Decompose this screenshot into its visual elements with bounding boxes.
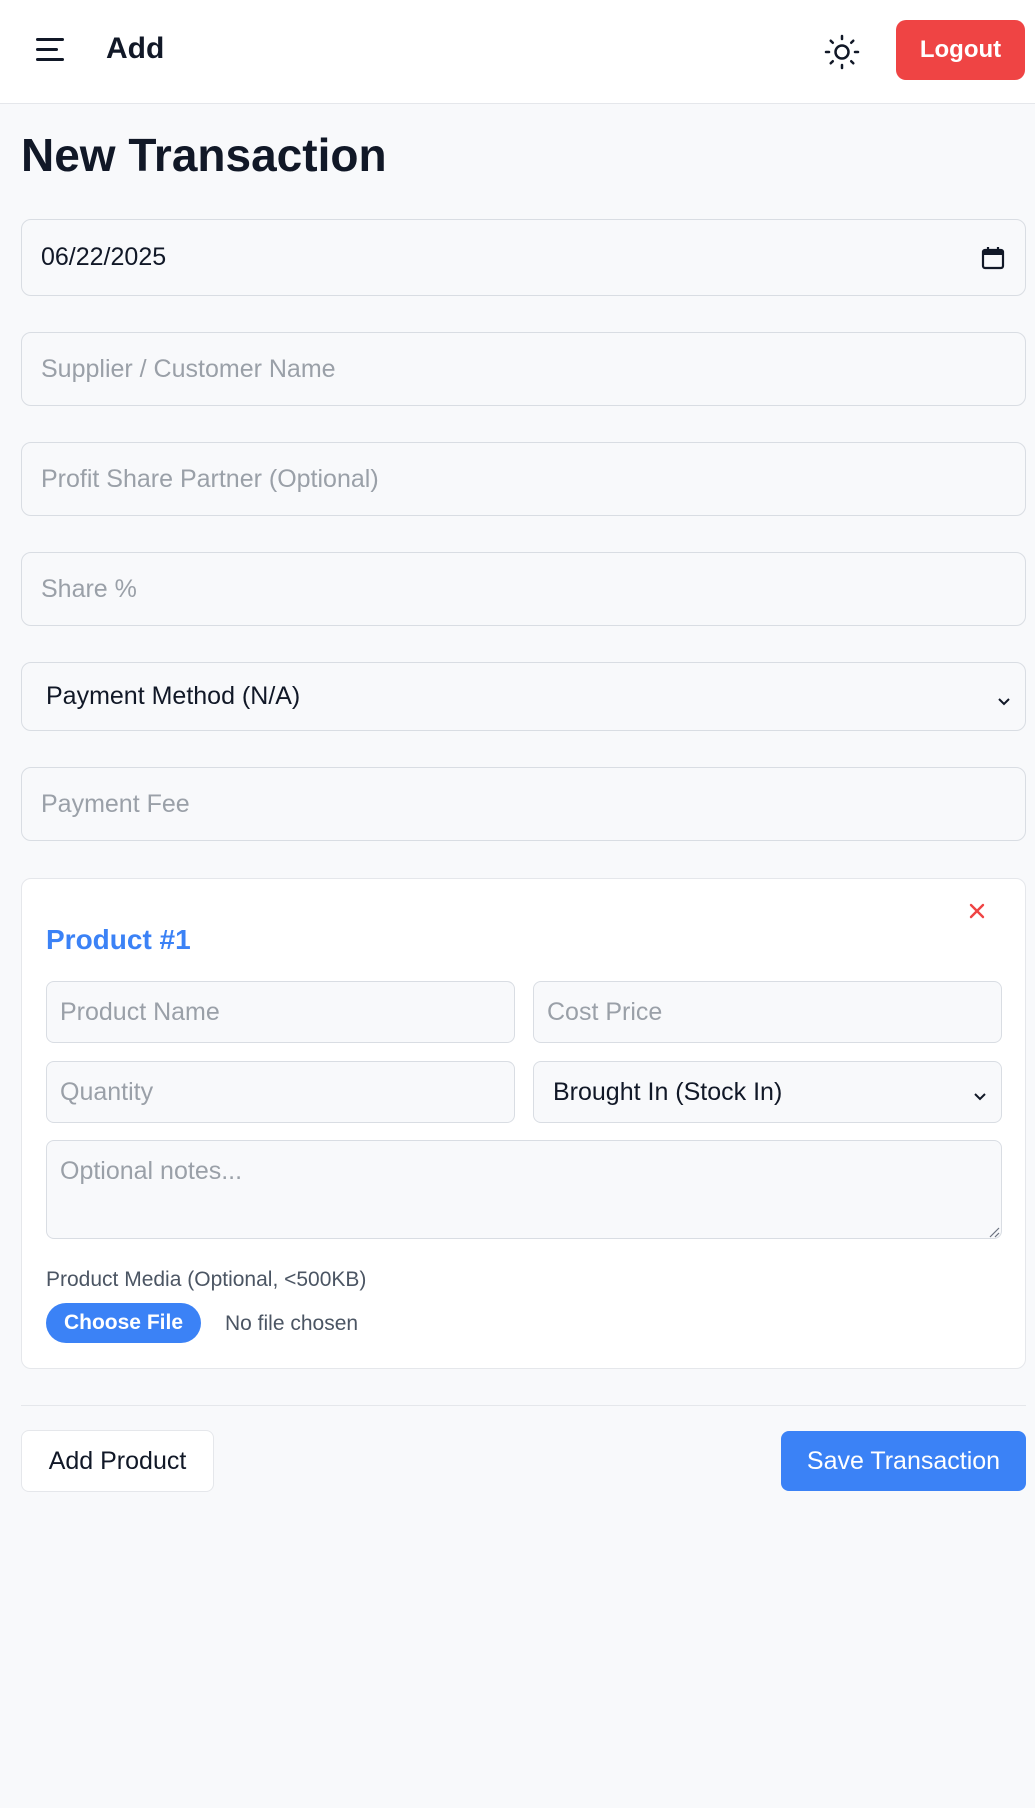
product-name-input[interactable] — [46, 981, 515, 1043]
chevron-down-icon — [971, 1083, 989, 1101]
date-value: 06/22/2025 — [41, 243, 167, 271]
sun-icon[interactable] — [822, 32, 862, 72]
payment-method-value: Payment Method (N/A) — [46, 682, 301, 710]
save-transaction-button[interactable]: Save Transaction — [781, 1431, 1026, 1491]
cost-price-input[interactable] — [533, 981, 1002, 1043]
choose-file-button[interactable]: Choose File — [46, 1303, 201, 1343]
hamburger-menu-icon[interactable] — [36, 36, 68, 64]
payment-fee-input[interactable] — [21, 767, 1026, 841]
stock-direction-value: Brought In (Stock In) — [553, 1077, 783, 1106]
calendar-icon[interactable] — [980, 245, 1006, 271]
notes-textarea[interactable] — [46, 1140, 1002, 1239]
add-product-button[interactable]: Add Product — [21, 1430, 214, 1492]
page-title: New Transaction — [21, 129, 387, 181]
product-title: Product #1 — [46, 924, 191, 955]
divider — [21, 1405, 1026, 1406]
stock-direction-select[interactable]: Brought In (Stock In) — [533, 1061, 1002, 1123]
no-file-text: No file chosen — [225, 1312, 359, 1335]
logout-button[interactable]: Logout — [896, 20, 1025, 80]
share-percent-input[interactable] — [21, 552, 1026, 626]
header-title: Add — [106, 32, 165, 65]
quantity-input[interactable] — [46, 1061, 515, 1123]
supplier-customer-input[interactable] — [21, 332, 1026, 406]
profit-share-partner-input[interactable] — [21, 442, 1026, 516]
date-field[interactable]: 06/22/2025 — [21, 219, 1026, 296]
resize-handle-icon[interactable] — [988, 1225, 1000, 1238]
close-icon[interactable] — [964, 898, 990, 924]
payment-method-select[interactable]: Payment Method (N/A) — [21, 662, 1026, 731]
chevron-down-icon — [995, 688, 1013, 706]
product-media-label: Product Media (Optional, <500KB) — [46, 1268, 367, 1291]
top-bar: Add Logout — [0, 0, 1035, 104]
